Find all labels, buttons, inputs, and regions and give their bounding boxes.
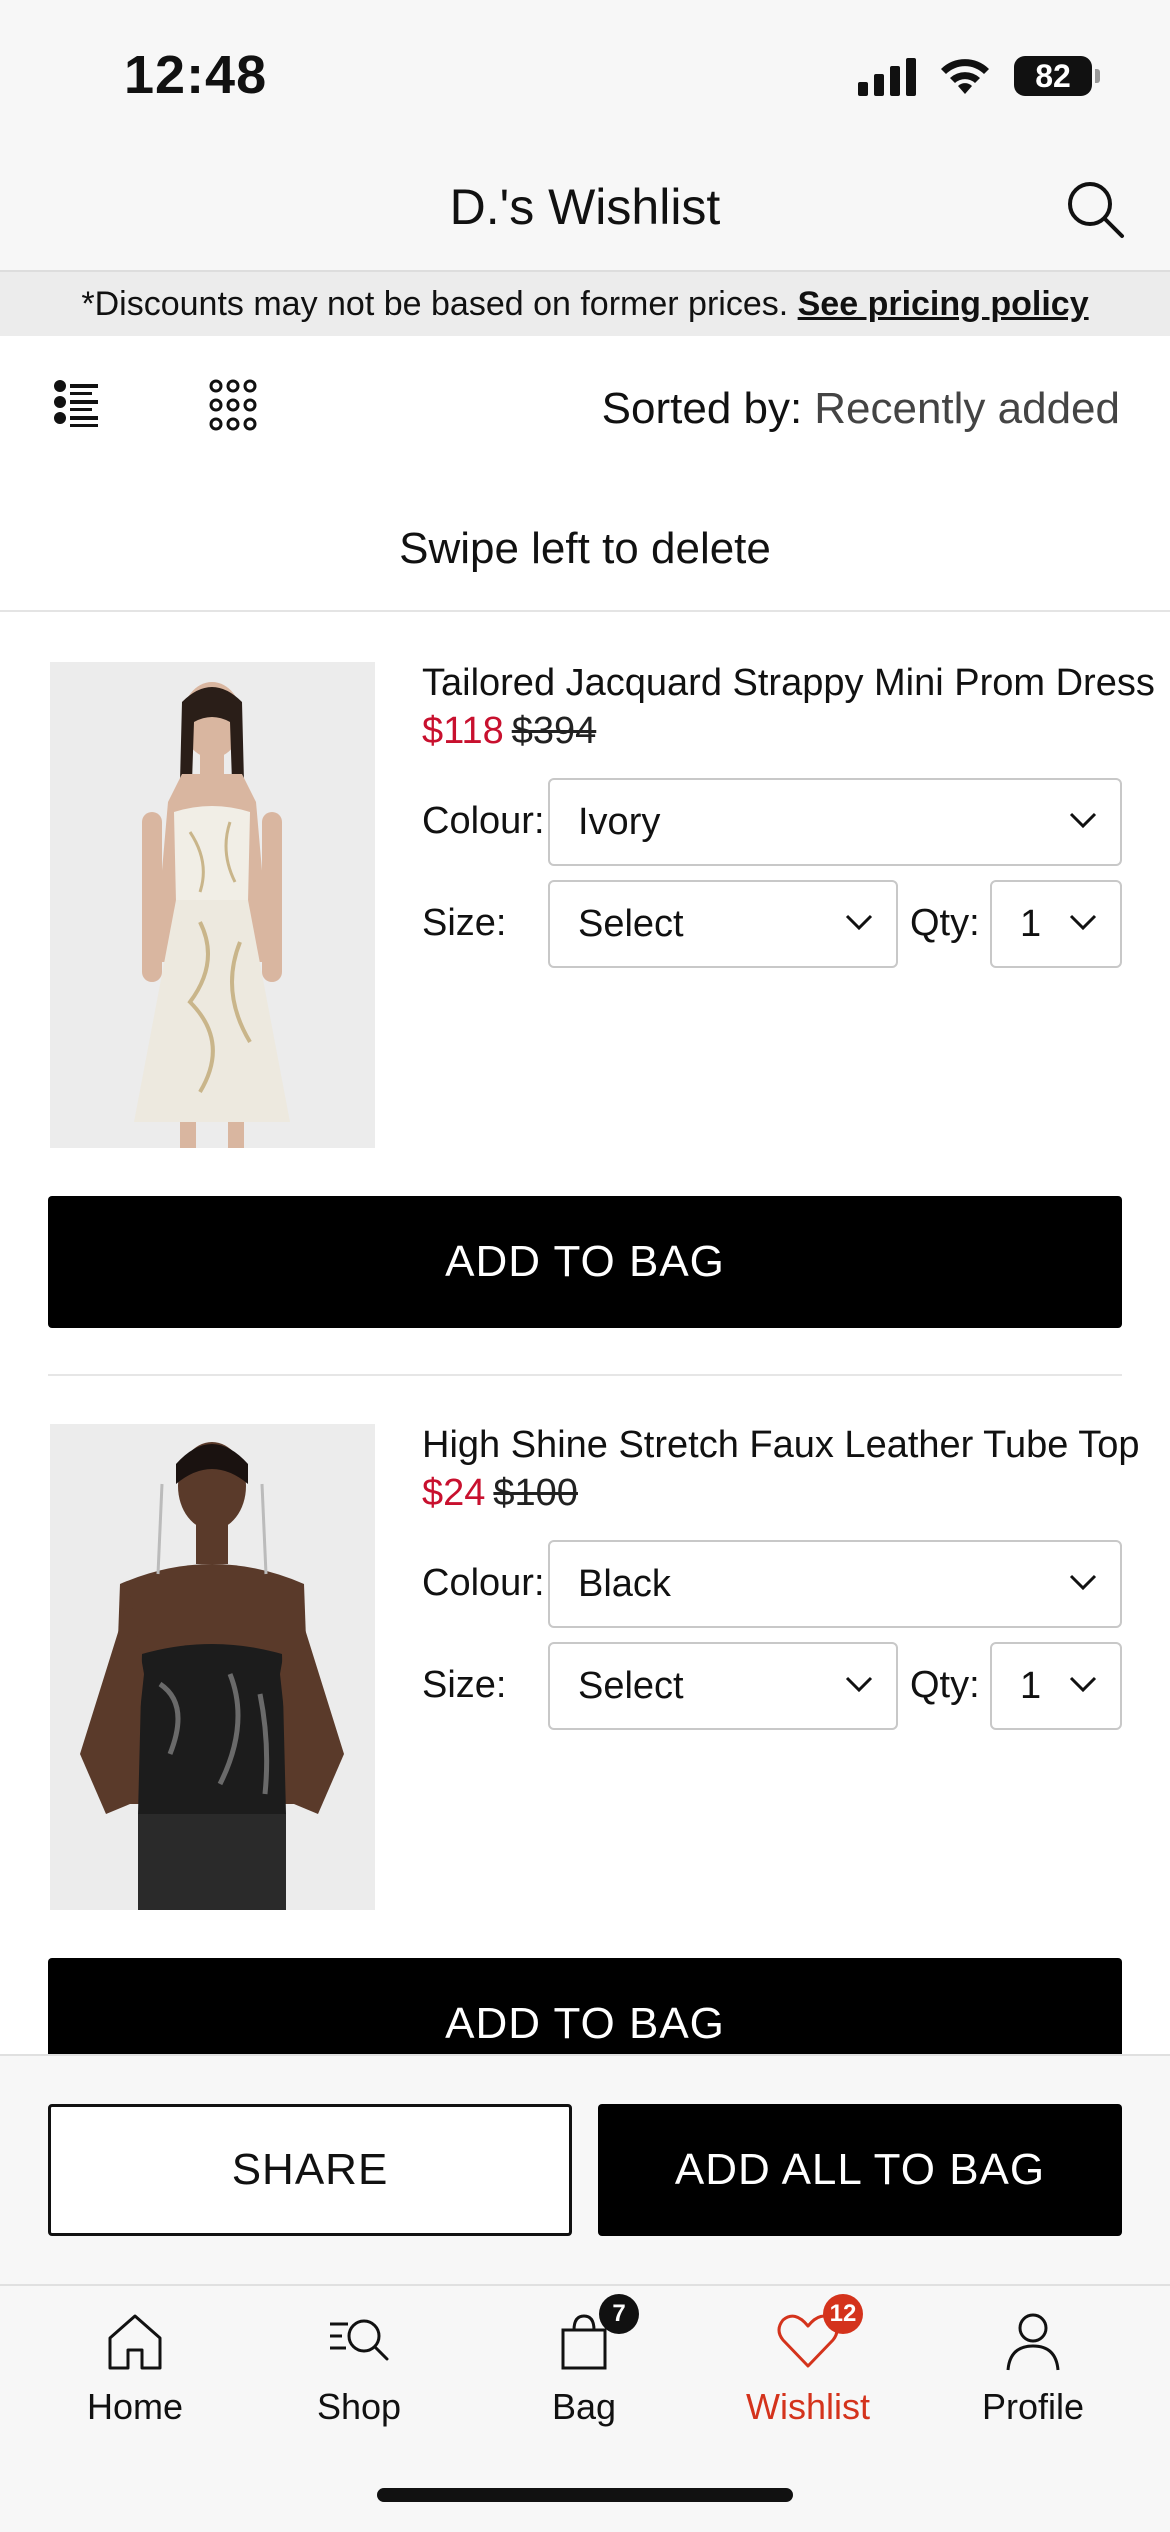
sort-value: Recently added [814,384,1120,433]
tube-top-image [50,1424,375,1910]
product-name[interactable]: High Shine Stretch Faux Leather Tube Top [422,1424,1140,1467]
tab-wishlist[interactable]: 12 Wishlist [708,2294,908,2456]
profile-icon [1006,2313,1060,2371]
colour-value: Ivory [578,801,661,843]
battery-icon: 82 [1014,56,1100,96]
list-view-icon [54,380,98,427]
chevron-down-icon [1069,914,1097,931]
wishlist-count-badge: 12 [823,2294,863,2334]
search-icon [1068,182,1124,238]
colour-select[interactable]: Ivory [548,778,1122,866]
tab-label: Home [86,2386,184,2427]
qty-select[interactable]: 1 [990,1642,1122,1730]
tab-label: Bag [551,2386,617,2427]
add-all-to-bag-button[interactable]: ADD ALL TO BAG [598,2104,1122,2236]
page-title: D.'s Wishlist [449,179,721,235]
tab-profile[interactable]: Profile [933,2306,1133,2456]
size-value: Select [578,1665,684,1707]
wishlist-item[interactable]: Tailored Jacquard Strappy Mini Prom Dres… [0,662,1170,1342]
home-indicator [377,2488,793,2502]
qty-value: 1 [1020,1665,1042,1707]
product-image[interactable] [50,662,375,1148]
list-view-button[interactable] [52,376,102,436]
share-button[interactable]: SHARE [48,2104,572,2236]
cellular-signal-icon [858,56,916,96]
dress-image [50,662,375,1148]
colour-label: Colour: [422,800,545,842]
qty-value: 1 [1020,903,1042,945]
qty-label: Qty: [910,1664,980,1706]
status-bar: 12:48 82 [0,0,1170,150]
size-value: Select [578,903,684,945]
wishlist-actions: SHARE ADD ALL TO BAG [0,2054,1170,2284]
colour-label: Colour: [422,1562,545,1604]
colour-select[interactable]: Black [548,1540,1122,1628]
original-price: $100 [493,1472,578,1514]
sort-label: Sorted by: [601,384,803,433]
header: D.'s Wishlist [0,150,1170,272]
pricing-notice-text: *Discounts may not be based on former pr… [81,285,789,323]
size-select[interactable]: Select [548,880,898,968]
size-label: Size: [422,1664,507,1706]
item-divider [48,1374,1122,1376]
pricing-notice: *Discounts may not be based on former pr… [0,272,1170,336]
tab-bag[interactable]: 7 Bag [484,2294,684,2456]
tab-shop[interactable]: Shop [259,2306,459,2456]
sort-control[interactable]: Sorted by: Recently added [602,384,1120,434]
size-label: Size: [422,902,507,944]
chevron-down-icon [1069,812,1097,829]
product-name[interactable]: Tailored Jacquard Strappy Mini Prom Dres… [422,662,1155,705]
grid-view-icon [209,379,257,431]
search-button[interactable] [1060,174,1130,244]
colour-value: Black [578,1563,671,1605]
product-price: $118 $394 [422,710,596,753]
wifi-icon [941,59,989,94]
product-image[interactable] [50,1424,375,1910]
qty-select[interactable]: 1 [990,880,1122,968]
tab-label: Shop [316,2386,402,2427]
pricing-policy-link[interactable]: See pricing policy [798,285,1089,323]
sale-price: $118 [422,710,504,752]
chevron-down-icon [845,1676,873,1693]
status-icons: 82 [858,56,1100,96]
size-select[interactable]: Select [548,1642,898,1730]
add-to-bag-button[interactable]: ADD TO BAG [48,1196,1122,1328]
sale-price: $24 [422,1472,486,1514]
original-price: $394 [511,710,597,752]
qty-label: Qty: [910,902,980,944]
status-time: 12:48 [124,45,268,105]
bag-count-badge: 7 [599,2294,639,2334]
tab-label: Profile [981,2386,1085,2427]
shop-search-icon [330,2319,389,2361]
chevron-down-icon [1069,1574,1097,1591]
chevron-down-icon [845,914,873,931]
view-toolbar: Sorted by: Recently added [0,336,1170,486]
product-price: $24 $100 [422,1472,578,1515]
swipe-hint: Swipe left to delete [0,486,1170,612]
grid-view-button[interactable] [208,378,258,438]
tab-home[interactable]: Home [35,2306,235,2456]
wishlist-item[interactable]: High Shine Stretch Faux Leather Tube Top… [0,1424,1170,2104]
chevron-down-icon [1069,1676,1097,1693]
tab-label: Wishlist [746,2386,870,2427]
home-icon [108,2314,162,2370]
